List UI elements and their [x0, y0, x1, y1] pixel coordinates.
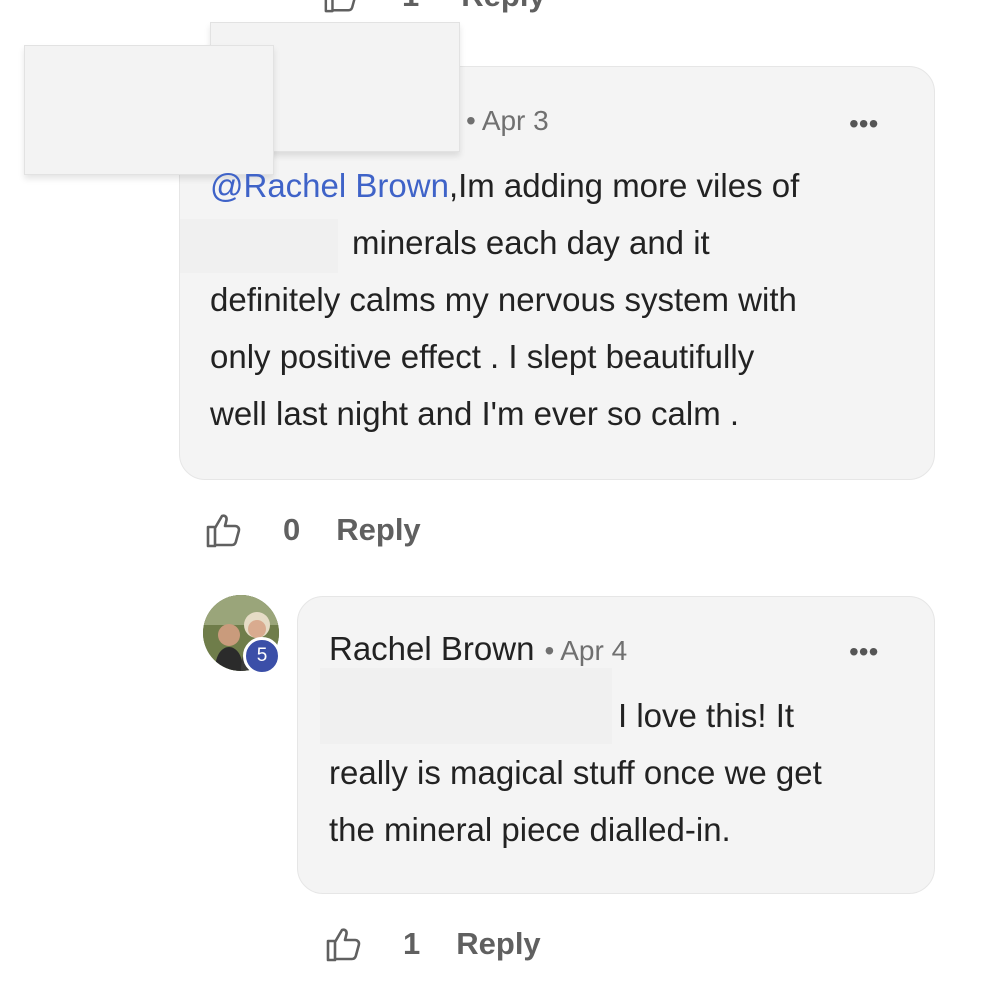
like-count: 0 [283, 512, 301, 547]
comment-text-line: really is magical stuff once we get [329, 754, 822, 791]
comment-text-line: only positive effect . I slept beautiful… [210, 338, 755, 375]
comment-text-line: definitely calms my nervous system with [210, 281, 797, 318]
comment-actions: 0 Reply [205, 509, 421, 551]
redacted-text [320, 668, 612, 744]
thumbs-up-icon[interactable] [325, 925, 363, 963]
redacted-avatar-card [24, 45, 274, 175]
thumbs-up-icon[interactable] [322, 0, 360, 14]
reply-button[interactable]: Reply [336, 512, 420, 548]
comment-text-line: I love this! It [618, 697, 795, 734]
mention-link[interactable]: @Rachel Brown [210, 167, 449, 204]
comment-text-line: well last night and I'm ever so calm . [210, 395, 740, 432]
comment-timestamp: • Apr 4 [544, 635, 628, 666]
like-count: 1 [402, 0, 419, 14]
thumbs-up-icon[interactable] [205, 511, 243, 549]
redacted-text [180, 219, 338, 273]
level-badge: 5 [243, 637, 281, 675]
comment-actions: 1 Reply [325, 923, 541, 965]
comment-timestamp: • Apr 3 [466, 105, 549, 136]
like-count: 1 [403, 926, 421, 961]
comment-text-line: the mineral piece dialled-in. [329, 811, 731, 848]
more-options-icon[interactable]: ••• [849, 636, 878, 668]
more-options-icon[interactable]: ••• [849, 108, 878, 140]
previous-comment-actions: 1 Reply [322, 0, 546, 18]
comment-text-line: minerals each day and it [352, 224, 710, 261]
reply-button[interactable]: Reply [461, 0, 545, 14]
comment-header: Rachel Brown • Apr 4 [329, 630, 627, 668]
comment-text-line: @Rachel Brown,Im adding more viles of [210, 167, 800, 204]
reply-button[interactable]: Reply [456, 926, 540, 962]
author-name[interactable]: Rachel Brown [329, 630, 534, 668]
